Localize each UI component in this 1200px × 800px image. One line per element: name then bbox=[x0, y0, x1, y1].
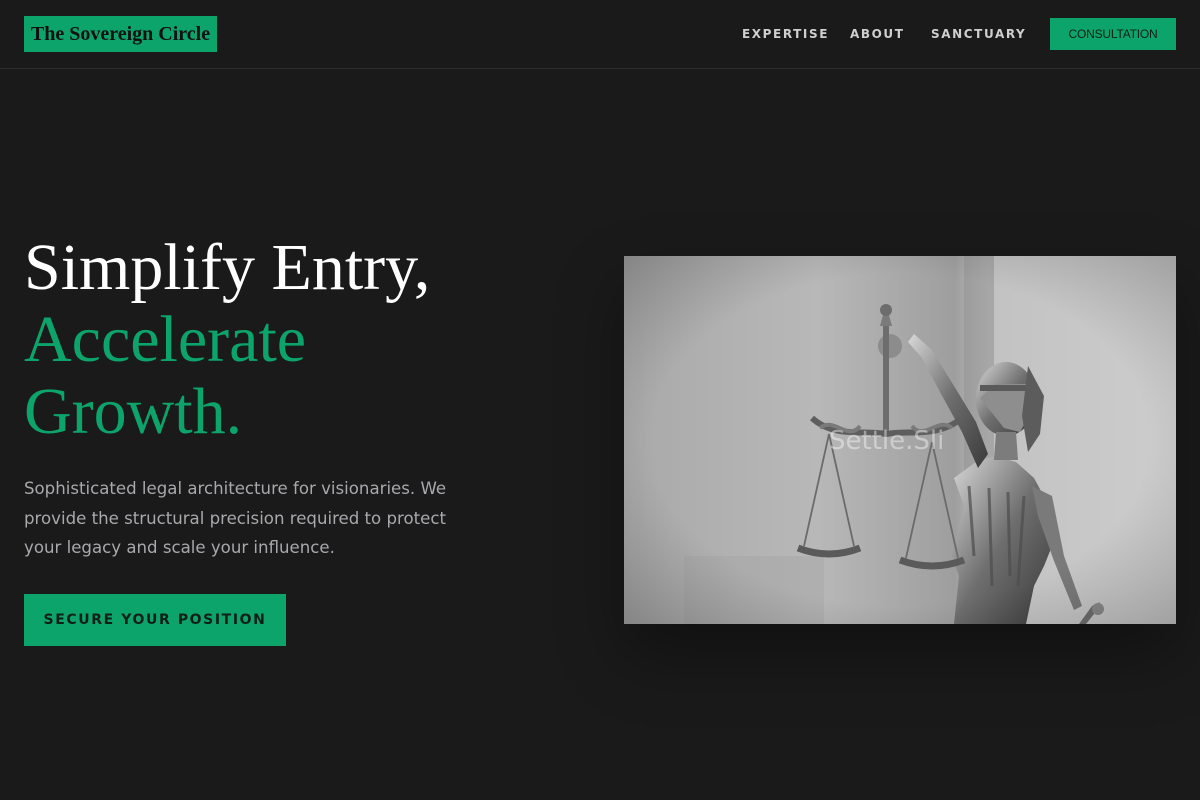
hero-image-lady-justice: Settle.Sli bbox=[624, 256, 1176, 624]
nav-link-about[interactable]: ABOUT bbox=[850, 0, 905, 68]
secure-position-button[interactable]: SECURE YOUR POSITION bbox=[24, 594, 286, 646]
hero-title: Simplify Entry, Accelerate Growth. bbox=[24, 232, 430, 448]
site-header: The Sovereign Circle EXPERTISE ABOUT SAN… bbox=[0, 0, 1200, 69]
hero-title-line-1: Simplify Entry, bbox=[24, 231, 431, 304]
consultation-button[interactable]: CONSULTATION bbox=[1050, 18, 1176, 50]
nav-link-expertise[interactable]: EXPERTISE bbox=[742, 0, 829, 68]
image-overlay-text: Settle.Sli bbox=[829, 426, 945, 456]
nav-link-sanctuary[interactable]: SANCTUARY bbox=[931, 0, 1026, 68]
site-logo[interactable]: The Sovereign Circle bbox=[24, 16, 217, 52]
hero-title-line-2: Accelerate bbox=[24, 303, 307, 376]
hero-title-line-3: Growth. bbox=[24, 375, 243, 448]
hero-description: Sophisticated legal architecture for vis… bbox=[24, 479, 447, 557]
